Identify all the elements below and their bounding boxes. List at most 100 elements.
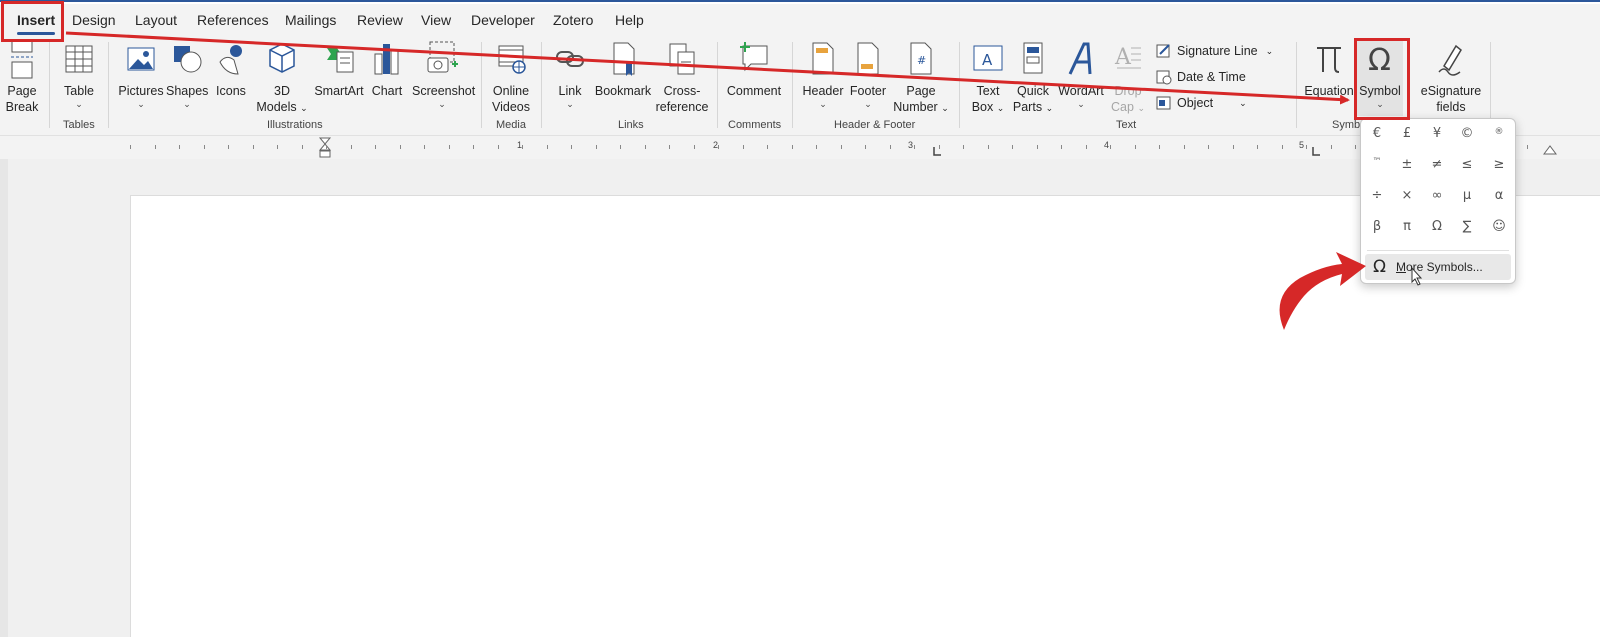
online-videos-button[interactable]: Online Videos (490, 40, 532, 115)
chart-button[interactable]: Chart (370, 40, 404, 99)
ruler-tick (252, 145, 254, 149)
svg-text:#: # (917, 54, 926, 67)
icons-button[interactable]: Icons (214, 40, 248, 99)
symbol-divide[interactable]: ÷ (1363, 183, 1391, 209)
screenshot-button[interactable]: Screenshot ⌄ (412, 40, 475, 109)
tab-references[interactable]: References (197, 12, 269, 28)
bookmark-button[interactable]: Bookmark (594, 40, 652, 99)
ruler-tick (130, 145, 131, 149)
shapes-icon (174, 46, 202, 73)
tab-mailings[interactable]: Mailings (285, 12, 336, 28)
tab-design[interactable]: Design (72, 12, 116, 28)
ruler-tick (1232, 145, 1234, 149)
date-time-button[interactable]: Date & Time (1156, 69, 1246, 85)
symbol-multiply[interactable]: × (1393, 183, 1421, 209)
symbol-yen[interactable]: ¥ (1423, 121, 1451, 147)
symbol-registered[interactable]: ® (1485, 119, 1513, 145)
ruler-tick (1085, 145, 1087, 149)
3d-models-button[interactable]: 3D Models ⌄ (256, 40, 308, 116)
pi-icon (1317, 47, 1341, 73)
tab-stop-icon[interactable] (1311, 147, 1321, 157)
indent-marker-icon[interactable] (318, 137, 332, 159)
cross-reference-button[interactable]: Cross- reference (654, 40, 710, 115)
symbol-plus-minus[interactable]: ± (1393, 152, 1421, 178)
header-button[interactable]: Header ⌄ (801, 40, 845, 109)
cross-reference-icon (669, 43, 695, 75)
symbol-trademark[interactable]: ™ (1363, 149, 1391, 175)
table-button[interactable]: Table ⌄ (60, 40, 98, 109)
symbol-sigma[interactable]: ∑ (1453, 214, 1481, 240)
tab-insert[interactable]: Insert (17, 12, 56, 35)
chevron-down-icon: ⌄ (137, 99, 145, 109)
symbol-pound[interactable]: £ (1393, 121, 1421, 147)
tab-stop-icon[interactable] (932, 147, 942, 157)
group-label-illustrations: Illustrations (267, 119, 323, 131)
tab-help[interactable]: Help (615, 12, 644, 28)
ruler-tick (203, 145, 205, 149)
esignature-fields-button[interactable]: eSignature fields (1420, 40, 1482, 115)
pictures-button[interactable]: Pictures ⌄ (118, 40, 164, 109)
group-separator (541, 42, 542, 128)
symbol-button[interactable]: Ω Symbol ⌄ (1357, 40, 1403, 116)
group-separator (1296, 42, 1297, 128)
symbol-infinity[interactable]: ∞ (1423, 183, 1451, 209)
tab-view[interactable]: View (421, 12, 451, 28)
ruler-number: 3 (908, 140, 914, 150)
drop-cap-button[interactable]: A Drop Cap ⌄ (1108, 40, 1148, 116)
symbol-greater-equal[interactable]: ≥ (1485, 152, 1513, 178)
ruler-tick (840, 145, 842, 149)
page-break-button[interactable]: Page Break (4, 40, 40, 115)
ruler-tick (179, 145, 180, 149)
ruler-tick (1208, 145, 1209, 149)
chevron-down-icon: ⌄ (941, 103, 949, 113)
symbol-alpha[interactable]: α (1485, 183, 1513, 209)
page-number-button[interactable]: # Page Number ⌄ (892, 40, 950, 116)
symbol-copyright[interactable]: © (1453, 121, 1481, 147)
ruler-tick (1110, 145, 1111, 149)
symbol-omega[interactable]: Ω (1423, 214, 1451, 240)
object-button[interactable]: Object ⌄ (1156, 95, 1247, 111)
omega-icon: Ω (1373, 257, 1386, 277)
ruler-tick (154, 145, 156, 149)
icons-icon (219, 45, 242, 75)
text-box-icon: A (973, 45, 1003, 71)
tab-layout[interactable]: Layout (135, 12, 177, 28)
smartart-icon (327, 48, 354, 73)
tab-developer[interactable]: Developer (471, 12, 535, 28)
menu-separator (1367, 250, 1509, 251)
tab-zotero[interactable]: Zotero (553, 12, 593, 28)
quick-parts-icon (1023, 42, 1043, 74)
group-label-tables: Tables (63, 119, 95, 131)
equation-button[interactable]: Equation (1304, 40, 1354, 99)
object-icon (1156, 96, 1171, 110)
wordart-button[interactable]: WordArt ⌄ (1056, 40, 1106, 109)
ruler-tick (914, 145, 915, 149)
symbol-smiley[interactable]: ☺ (1485, 214, 1513, 240)
ribbon-tabs: Insert Design Layout References Mailings… (0, 4, 1600, 36)
symbol-micro[interactable]: µ (1453, 183, 1481, 209)
online-video-icon (498, 45, 526, 74)
symbol-less-equal[interactable]: ≤ (1453, 152, 1481, 178)
smartart-button[interactable]: SmartArt (313, 40, 365, 99)
quick-parts-button[interactable]: Quick Parts ⌄ (1012, 40, 1054, 116)
comment-button[interactable]: Comment (726, 40, 782, 99)
symbol-pi[interactable]: π (1393, 214, 1421, 240)
symbol-beta[interactable]: β (1363, 214, 1391, 240)
more-symbols-menu-item[interactable]: Ω More Symbols... (1365, 254, 1511, 280)
page-number-icon: # (910, 42, 932, 75)
link-button[interactable]: Link ⌄ (553, 40, 587, 109)
ruler-tick (963, 145, 964, 149)
table-icon (65, 45, 93, 73)
tab-review[interactable]: Review (357, 12, 403, 28)
ruler-tick (399, 145, 401, 149)
ruler-number: 5 (1299, 140, 1305, 150)
text-box-button[interactable]: A Text Box ⌄ (968, 40, 1008, 116)
ruler-tick (1134, 145, 1136, 149)
footer-button[interactable]: Footer ⌄ (848, 40, 888, 109)
chevron-down-icon: ⌄ (1265, 45, 1274, 56)
shapes-button[interactable]: Shapes ⌄ (166, 40, 208, 109)
symbol-not-equal[interactable]: ≠ (1423, 152, 1451, 178)
symbol-euro[interactable]: € (1363, 121, 1391, 147)
right-indent-marker-icon[interactable] (1543, 143, 1557, 155)
signature-line-button[interactable]: Signature Line ⌄ (1156, 43, 1273, 59)
